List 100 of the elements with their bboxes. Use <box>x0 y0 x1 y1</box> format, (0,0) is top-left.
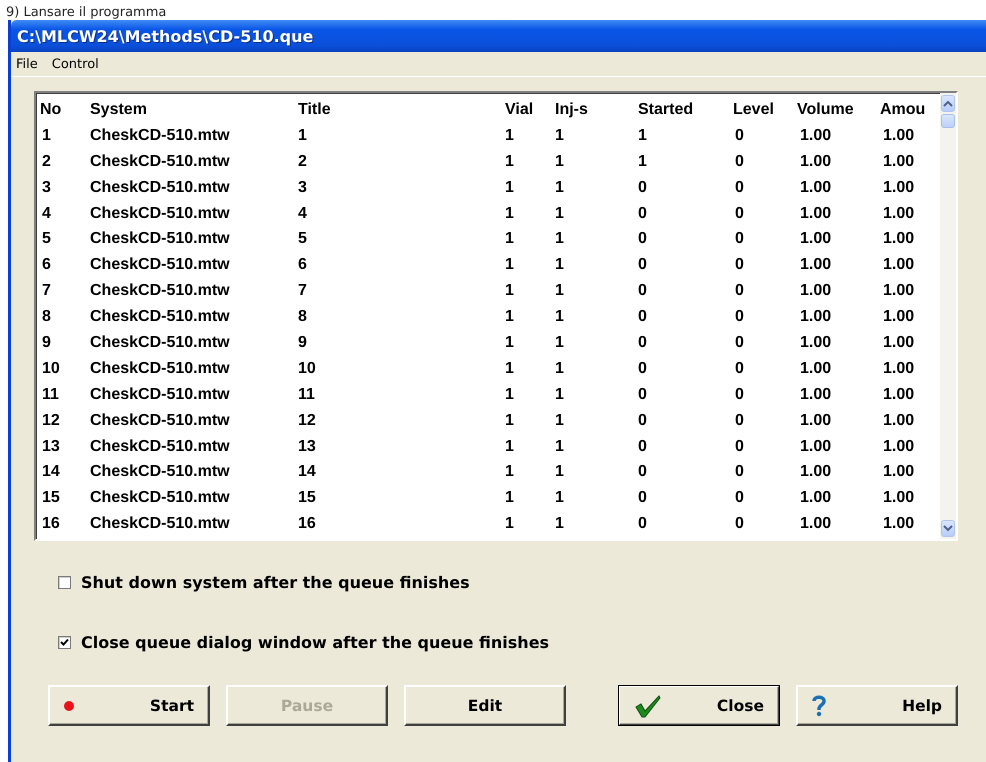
menu-item[interactable]: File <box>16 56 38 72</box>
column-header: Inj-s <box>555 100 589 120</box>
scrollbar[interactable] <box>940 93 956 539</box>
table-cell-text: CheskCD-510.mtw <box>90 152 231 172</box>
table-cell-text: 10 <box>298 358 317 379</box>
table-cell-text: 5 <box>298 229 308 250</box>
table-cell-text: 0 <box>734 152 745 172</box>
table-cell-text: 16 <box>298 514 317 534</box>
table-cell-text: CheskCD-510.mtw <box>90 126 231 146</box>
table-cell-text: 1 <box>555 384 565 405</box>
table-cell-text: 1.00 <box>882 178 916 198</box>
table-cell-text: 6 <box>41 255 52 276</box>
chevron-up-icon <box>943 100 953 107</box>
table-cell-text: 1.00 <box>882 126 916 146</box>
table-cell-text: 1 <box>555 488 565 508</box>
table-cell-text: 0 <box>734 204 745 224</box>
table-cell-text: 1.00 <box>799 488 832 508</box>
table-cell-text: 9 <box>41 333 52 354</box>
table-cell-text: 0 <box>638 436 648 457</box>
table-cell-text: 0 <box>734 281 745 302</box>
column-header: Volume <box>797 100 855 120</box>
checkbox-label: Close queue dialog window after the queue finishes <box>81 632 550 652</box>
table-cell-text: 1 <box>555 333 565 354</box>
table-cell-text: 0 <box>638 229 648 250</box>
checkbox[interactable] <box>58 636 71 648</box>
table-cell-text: 1 <box>505 152 515 172</box>
checkbox[interactable] <box>58 576 71 588</box>
table-cell-text: 1 <box>555 126 565 146</box>
table-cell-text: 1.00 <box>882 488 916 508</box>
table-cell-text: CheskCD-510.mtw <box>90 358 231 379</box>
menu-item[interactable]: Control <box>52 56 99 72</box>
table-cell-text: 0 <box>734 488 745 508</box>
table-cell-text: 1.00 <box>882 307 916 328</box>
table-cell-text: 0 <box>734 410 745 431</box>
table-cell-text: 1.00 <box>799 178 832 198</box>
table-cell-text: 0 <box>638 514 648 534</box>
question-mark-icon <box>812 694 826 716</box>
table-cell-text: 1.00 <box>799 255 832 276</box>
table-cell-text: 1 <box>555 436 565 457</box>
table-cell-text: 6 <box>298 255 308 276</box>
table-cell-text: 1.00 <box>799 358 832 379</box>
table-cell-text: 4 <box>298 204 308 224</box>
table-cell-text: 1.00 <box>882 255 916 276</box>
table-cell-text: 13 <box>298 436 317 457</box>
dialog-button[interactable]: Edit <box>404 685 566 726</box>
table-cell-text: 5 <box>41 229 52 250</box>
table-cell-text: 0 <box>734 384 745 405</box>
column-header: System <box>90 100 148 120</box>
table-cell-text: 1.00 <box>882 204 916 224</box>
table-cell-text: 0 <box>734 126 745 146</box>
dialog-button[interactable]: Help <box>796 685 958 726</box>
table-cell-text: 1.00 <box>882 384 916 405</box>
table-cell-text: 1 <box>505 126 515 146</box>
checkbox-label: Shut down system after the queue finishes <box>81 572 470 592</box>
table-cell-text: 1 <box>505 333 515 354</box>
table-cell-text: 1.00 <box>799 462 832 482</box>
table-cell-text: 0 <box>734 178 745 198</box>
table-cell-text: 0 <box>638 281 648 302</box>
column-header: Started <box>638 100 694 120</box>
table-cell-text: 1 <box>555 358 565 379</box>
table-cell-text: CheskCD-510.mtw <box>90 462 231 482</box>
table-cell-text: 13 <box>41 436 61 457</box>
dialog-button[interactable]: Start <box>48 685 210 726</box>
table-cell-text: 12 <box>298 410 317 431</box>
window-title: C:\MLCW24\Methods\CD-510.que <box>17 26 314 46</box>
table-cell-text: 1.00 <box>799 307 832 328</box>
table-cell-text: CheskCD-510.mtw <box>90 436 231 457</box>
caption-text: 9) Lansare il programma <box>6 6 166 20</box>
table-cell-text: 1.00 <box>799 333 832 354</box>
table-cell-text: 3 <box>298 178 308 198</box>
table-cell-text: 1 <box>505 281 515 302</box>
table-cell-text: 1 <box>555 204 565 224</box>
table-cell-text: 1 <box>555 410 565 431</box>
table-cell-text: CheskCD-510.mtw <box>90 488 231 508</box>
table-cell-text: 1 <box>505 229 515 250</box>
scroll-down-button[interactable] <box>941 520 955 537</box>
table-cell-text: 0 <box>638 333 648 354</box>
table-cell-text: 1 <box>505 514 515 534</box>
table-cell-text: 1.00 <box>799 410 832 431</box>
scroll-thumb[interactable] <box>941 114 955 128</box>
table-cell-text: 1 <box>505 178 515 198</box>
column-header: Title <box>298 100 332 120</box>
table-cell-text: 1.00 <box>882 281 916 302</box>
queue-list[interactable] <box>34 91 958 541</box>
table-cell-text: 9 <box>298 333 308 354</box>
table-cell-text: 1 <box>638 152 648 172</box>
table-cell-text: 1 <box>505 358 515 379</box>
dialog-button[interactable]: Close <box>618 685 780 726</box>
table-cell-text: 1.00 <box>799 229 832 250</box>
scroll-up-button[interactable] <box>941 95 955 112</box>
table-cell-text: 10 <box>41 358 61 379</box>
table-cell-text: 1.00 <box>882 410 916 431</box>
table-cell-text: 1 <box>555 462 565 482</box>
column-header: No <box>40 100 62 120</box>
table-cell-text: 8 <box>41 307 52 328</box>
table-cell-text: CheskCD-510.mtw <box>90 204 231 224</box>
table-cell-text: 1.00 <box>882 152 916 172</box>
table-cell-text: 1 <box>555 255 565 276</box>
checkmark-icon <box>634 694 662 718</box>
table-cell-text: 0 <box>638 307 648 328</box>
